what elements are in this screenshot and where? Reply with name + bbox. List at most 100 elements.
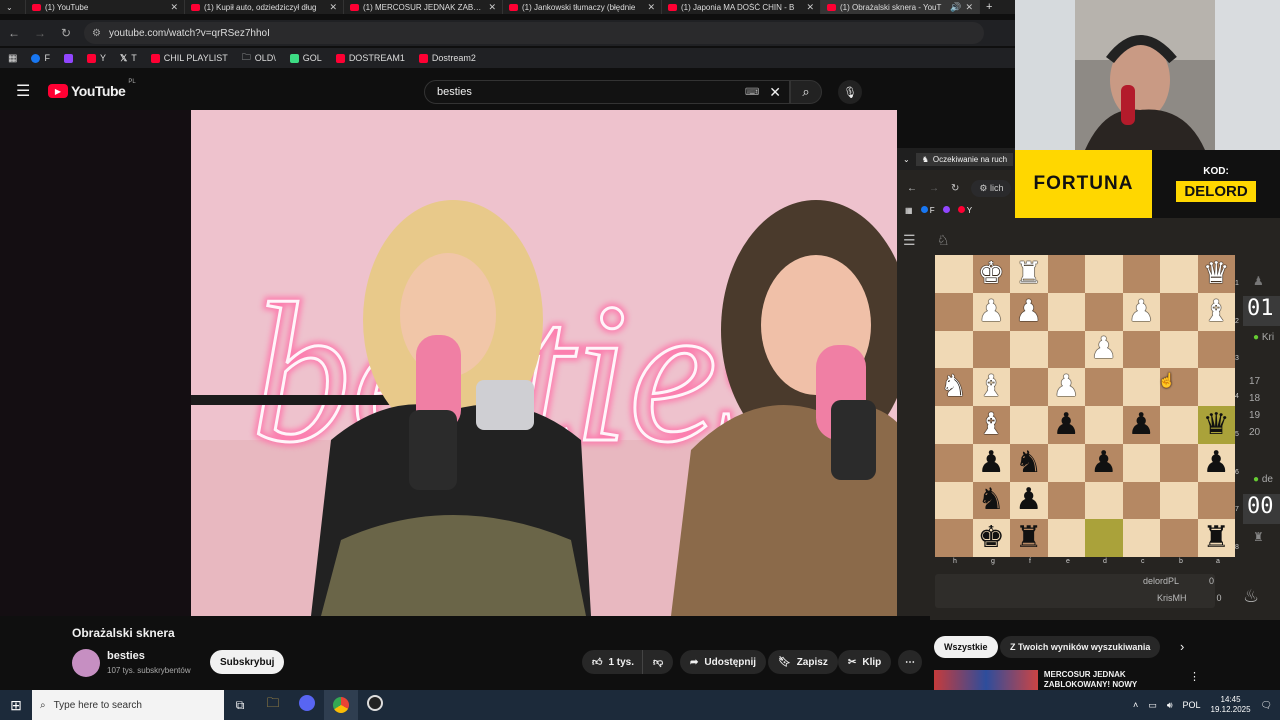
black-rook-icon[interactable]: ♜ [1015,523,1042,553]
board-square[interactable] [1160,330,1198,369]
board-square[interactable] [935,292,973,331]
board-square[interactable]: ♜ [1010,519,1048,557]
clear-search-icon[interactable]: ✕ [769,84,781,101]
clip-button[interactable]: ✂ Klip [838,650,892,674]
voice-search-button[interactable]: 🎙 [838,80,862,104]
bookmark-dostream2[interactable]: Dostream2 [418,53,476,63]
video-player[interactable]: besties besties [191,110,897,616]
chess-board[interactable]: ♚ ♜ ♛ ♟ ♟ ♟ ♝ ♟ ♞ ♝ ♟ ♝ ♟ ♟ ♛ ♟ ♞ ♟ ♟ ♞ ♟ ♚ ♜ ♜ [935,255,1235,557]
board-square[interactable] [1197,481,1235,520]
board-square[interactable]: ♟ [972,292,1010,331]
hamburger-menu-icon[interactable]: ☰ [903,232,916,249]
board-square[interactable]: ♞ [935,368,973,406]
board-square[interactable] [935,255,973,293]
board-square[interactable] [935,443,973,482]
speaker-icon[interactable]: 🔊 [950,2,961,13]
keyboard-icon[interactable]: ⌨ [745,87,759,98]
black-queen-icon[interactable]: ♛ [1203,409,1230,440]
channel-name[interactable]: besties [107,650,145,662]
bookmark-chil-playlist[interactable]: CHIL PLAYLIST [150,53,228,63]
bookmark-x[interactable]: 𝕏T [120,53,137,64]
white-bishop-icon[interactable]: ♝ [1203,296,1230,327]
discord-icon[interactable] [290,694,324,716]
board-square[interactable]: ♛ [1197,406,1235,444]
board-square[interactable] [1085,519,1123,557]
board-square[interactable] [1122,481,1160,520]
browser-tab[interactable]: (1) MERCOSUR JEDNAK ZABLOK ✕ [344,0,503,14]
bookmark-facebook[interactable]: F [920,206,935,215]
white-bishop-icon[interactable]: ♝ [978,372,1005,402]
board-square[interactable]: ♟ [1047,406,1085,444]
task-view-icon[interactable]: ⧉ [224,698,256,713]
reload-icon[interactable]: ↻ [58,26,74,40]
black-pawn-icon[interactable]: ♟ [1090,447,1117,478]
board-square[interactable]: ♝ [1197,292,1235,331]
board-square[interactable] [972,330,1010,369]
board-square[interactable] [1160,292,1198,331]
browser-tab-active[interactable]: (1) Obrażalski sknera - YouT 🔊 ✕ [821,0,980,14]
board-square[interactable]: ♛ [1197,255,1235,293]
forward-arrow-icon[interactable]: → [32,26,48,40]
board-square[interactable] [1122,368,1160,406]
board-square[interactable] [1010,406,1048,444]
recommendation-item[interactable]: MERCOSUR JEDNAK ZABLOKOWANY! NOWY ⋮ [934,670,1280,690]
share-button[interactable]: ➦ Udostępnij [680,650,767,674]
white-pawn-icon[interactable]: ♟ [1090,334,1117,364]
like-button[interactable]: 👍︎ 1 tys. [582,650,645,674]
board-square[interactable] [1160,406,1198,444]
board-square[interactable] [1047,519,1085,557]
board-square[interactable] [1085,255,1123,293]
bookmark-twitch[interactable] [63,53,73,63]
black-pawn-icon[interactable]: ♟ [1053,409,1080,440]
reload-icon[interactable]: ↻ [951,183,959,194]
start-button[interactable]: ⊞ [0,690,32,720]
black-rook-icon[interactable]: ♜ [1203,523,1230,553]
black-pawn-icon[interactable]: ♟ [1203,447,1230,478]
board-square[interactable]: ♟ [1010,292,1048,331]
close-tab-icon[interactable]: ✕ [488,2,496,13]
clock[interactable]: 14:45 19.12.2025 [1211,695,1251,715]
notifications-icon[interactable]: 🗨︎ [1261,700,1272,711]
board-square[interactable]: ♟ [1047,368,1085,406]
black-pawn-icon[interactable]: ♟ [978,447,1005,478]
board-square[interactable] [1160,519,1198,557]
board-square[interactable] [1085,406,1123,444]
board-square[interactable] [1160,255,1198,293]
board-square[interactable]: ♟ [1197,443,1235,482]
lichess-logo-icon[interactable]: ♘ [937,232,950,249]
board-square[interactable]: ♞ [972,481,1010,520]
apps-grid-icon[interactable]: ▦ [8,53,17,64]
board-square[interactable] [1047,443,1085,482]
dislike-button[interactable]: 👎︎ [642,650,674,674]
board-square[interactable] [1047,481,1085,520]
board-square[interactable] [935,481,973,520]
close-tab-icon[interactable]: ✕ [329,2,337,13]
close-tab-icon[interactable]: ✕ [965,2,973,13]
browser-tab[interactable]: (1) Jankowski tłumaczy (błędnie ✕ [503,0,662,14]
chip-from-your-search[interactable]: Z Twoich wyników wyszukiwania [1000,636,1161,658]
back-arrow-icon[interactable]: ← [907,183,917,194]
channel-avatar[interactable] [72,649,100,677]
board-square[interactable]: ♚ [972,519,1010,557]
white-queen-icon[interactable]: ♛ [1203,258,1230,289]
bookmark-facebook[interactable]: F [31,53,50,63]
black-pawn-icon[interactable]: ♟ [1128,409,1155,440]
white-pawn-icon[interactable]: ♟ [1053,372,1080,402]
chevron-right-icon[interactable]: › [1180,639,1184,654]
volume-icon[interactable]: 🔊︎ [1167,700,1173,711]
board-square[interactable]: ♚ [972,255,1010,293]
site-info-icon[interactable]: ⚙ [92,28,101,39]
network-icon[interactable]: ▭ [1148,700,1157,711]
taskbar-search-input[interactable]: ⌕ Type here to search [32,690,224,720]
board-square[interactable] [935,406,973,444]
tab-list-button[interactable]: ⌄ [0,0,26,14]
board-square[interactable] [1122,519,1160,557]
board-square[interactable]: ♝ [972,368,1010,406]
apps-grid-icon[interactable]: ▦ [905,206,913,215]
close-tab-icon[interactable]: ✕ [806,2,814,13]
board-square[interactable] [1197,330,1235,369]
white-king-icon[interactable]: ♚ [978,258,1005,289]
subscribe-button[interactable]: Subskrybuj [210,650,285,674]
white-rook-icon[interactable]: ♜ [1015,258,1042,289]
fire-icon[interactable]: ♨ [1243,586,1259,607]
